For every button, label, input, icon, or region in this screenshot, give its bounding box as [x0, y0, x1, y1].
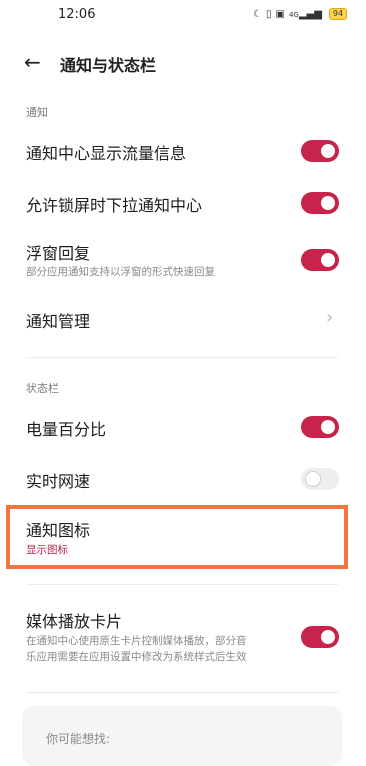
traffic-info-toggle[interactable] [301, 140, 339, 162]
suggestions-label: 你可能想找: [46, 732, 111, 746]
status-time: 12:06 [58, 7, 96, 22]
floating-reply-toggle[interactable] [301, 249, 339, 271]
row-subtitle-line2: 乐应用需要在应用设置中修改为系统样式后生效 [26, 651, 247, 663]
row-title: 允许锁屏时下拉通知中心 [26, 196, 203, 215]
row-lockscreen-pulldown[interactable]: 允许锁屏时下拉通知中心 [0, 186, 366, 222]
row-title: 电量百分比 [26, 420, 107, 439]
back-arrow-icon[interactable]: ← [24, 50, 41, 74]
row-media-card[interactable]: 媒体播放卡片 在通知中心使用原生卡片控制媒体播放，部分音 乐应用需要在应用设置中… [0, 606, 366, 670]
toggle-knob [305, 470, 321, 487]
toggle-knob [321, 253, 335, 267]
suggestions-card: 你可能想找: [22, 706, 342, 766]
battery-percentage-toggle[interactable] [301, 416, 339, 438]
toggle-knob [321, 196, 335, 210]
highlight-box [6, 505, 348, 569]
row-title: 浮窗回复 [26, 244, 91, 263]
signal-label: 4G [288, 10, 299, 19]
status-bar: 12:06 ☾ ▯ ▣ 4G▂▄▆ 94 [0, 0, 366, 30]
row-title: 通知管理 [26, 312, 91, 331]
page-title: 通知与状态栏 [60, 56, 157, 75]
divider [26, 357, 338, 358]
section-label-notifications: 通知 [26, 106, 48, 119]
signal-icon: 4G▂▄▆ [288, 8, 322, 20]
section-label-statusbar: 状态栏 [26, 382, 59, 395]
net-speed-toggle[interactable] [301, 468, 339, 490]
toggle-knob [321, 420, 335, 434]
row-battery-percentage[interactable]: 电量百分比 [0, 410, 366, 446]
row-subtitle-line1: 在通知中心使用原生卡片控制媒体播放，部分音 [26, 635, 247, 647]
row-notification-management[interactable]: 通知管理 › [0, 302, 366, 338]
toggle-knob [321, 144, 335, 158]
vibrate-icon: ▯ [265, 8, 272, 20]
status-icons: ☾ ▯ ▣ 4G▂▄▆ 94 [253, 8, 348, 20]
hd-icon: ▣ [275, 8, 285, 20]
row-title: 实时网速 [26, 472, 91, 491]
row-traffic-info[interactable]: 通知中心显示流量信息 [0, 134, 366, 170]
lockscreen-pulldown-toggle[interactable] [301, 192, 339, 214]
page-header: ← 通知与状态栏 [0, 48, 366, 78]
divider [26, 584, 338, 585]
media-card-toggle[interactable] [301, 626, 339, 648]
divider [26, 692, 338, 693]
row-floating-reply[interactable]: 浮窗回复 部分应用通知支持以浮窗的形式快速回复 [0, 236, 366, 286]
row-title: 通知中心显示流量信息 [26, 144, 187, 163]
row-title: 媒体播放卡片 [26, 612, 123, 631]
battery-indicator: 94 [328, 8, 348, 20]
row-subtitle: 部分应用通知支持以浮窗的形式快速回复 [26, 266, 215, 278]
toggle-knob [321, 630, 335, 644]
chevron-right-icon: › [326, 307, 334, 328]
row-realtime-net-speed[interactable]: 实时网速 [0, 462, 366, 498]
moon-icon: ☾ [253, 8, 262, 20]
